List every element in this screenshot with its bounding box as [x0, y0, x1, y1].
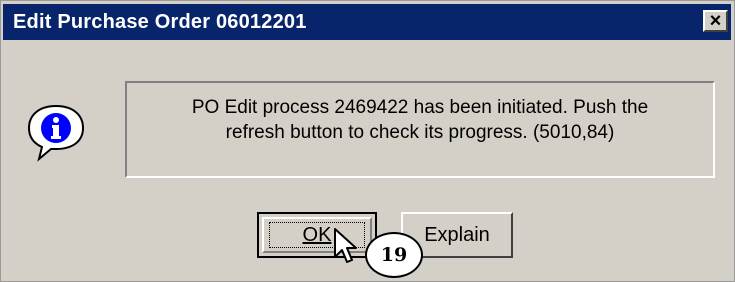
close-icon: × [709, 10, 722, 32]
title-bar[interactable]: Edit Purchase Order 06012201 × [3, 4, 731, 40]
ok-button[interactable]: OK [257, 212, 377, 258]
explain-button-label: Explain [424, 223, 490, 246]
step-number-badge: 19 [365, 232, 423, 278]
dialog-window: Edit Purchase Order 06012201 × PO Edit p… [0, 0, 735, 282]
info-icon [27, 104, 85, 162]
message-panel: PO Edit process 2469422 has been initiat… [125, 81, 715, 178]
close-button[interactable]: × [703, 10, 728, 32]
mouse-pointer-icon [334, 228, 357, 263]
ok-button-label: OK [302, 223, 332, 246]
message-text-line1: PO Edit process 2469422 has been initiat… [191, 97, 649, 118]
message-text-line2: refresh button to check its progress. (5… [225, 122, 615, 143]
window-title: Edit Purchase Order 06012201 [13, 10, 307, 33]
